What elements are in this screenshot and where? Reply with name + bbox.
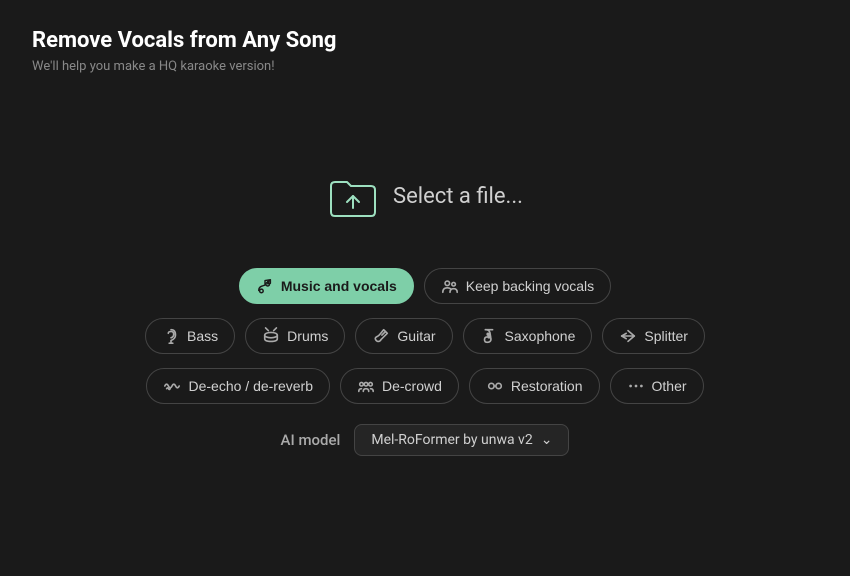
splitter-icon	[619, 327, 637, 345]
option-bass[interactable]: Bass	[145, 318, 235, 354]
restoration-label: Restoration	[511, 378, 583, 394]
music-vocals-label: Music and vocals	[281, 278, 397, 294]
option-drums[interactable]: Drums	[245, 318, 345, 354]
option-guitar[interactable]: Guitar	[355, 318, 452, 354]
folder-icon	[327, 174, 379, 218]
ai-model-value: Mel-RoFormer by unwa v2	[371, 432, 532, 448]
restoration-icon	[486, 377, 504, 395]
option-decrowd[interactable]: De-crowd	[340, 368, 459, 404]
file-select-area[interactable]: Select a file...	[327, 174, 523, 218]
wave-icon	[163, 377, 181, 395]
options-row-3: De-echo / de-reverb De-crowd	[146, 368, 703, 404]
bass-label: Bass	[187, 328, 218, 344]
option-keep-backing[interactable]: Keep backing vocals	[424, 268, 611, 304]
options-row-2: Bass Drums	[145, 318, 705, 354]
other-label: Other	[652, 378, 687, 394]
option-deecho[interactable]: De-echo / de-reverb	[146, 368, 330, 404]
deecho-label: De-echo / de-reverb	[188, 378, 313, 394]
drums-label: Drums	[287, 328, 328, 344]
saxophone-label: Saxophone	[505, 328, 576, 344]
chevron-down-icon: ⌄	[541, 432, 553, 448]
guitar-icon	[372, 327, 390, 345]
people-icon	[441, 277, 459, 295]
drums-icon	[262, 327, 280, 345]
file-select-button[interactable]: Select a file...	[327, 174, 523, 218]
select-file-label: Select a file...	[393, 184, 523, 209]
page-subtitle: We'll help you make a HQ karaoke version…	[32, 59, 818, 74]
hearing-icon	[162, 327, 180, 345]
options-row-1: Music and vocals Keep backing vocals	[239, 268, 611, 304]
ai-model-row: AI model Mel-RoFormer by unwa v2 ⌄	[281, 424, 570, 456]
decrowd-icon	[357, 377, 375, 395]
decrowd-label: De-crowd	[382, 378, 442, 394]
option-saxophone[interactable]: Saxophone	[463, 318, 593, 354]
option-other[interactable]: Other	[610, 368, 704, 404]
main-content: Select a file... Music and vocals	[0, 84, 850, 576]
splitter-label: Splitter	[644, 328, 688, 344]
page-title: Remove Vocals from Any Song	[32, 28, 818, 53]
options-section: Music and vocals Keep backing vocals	[145, 268, 705, 404]
music-vocals-icon	[256, 277, 274, 295]
sax-icon	[480, 327, 498, 345]
keep-backing-label: Keep backing vocals	[466, 278, 594, 294]
option-restoration[interactable]: Restoration	[469, 368, 600, 404]
option-music-vocals[interactable]: Music and vocals	[239, 268, 414, 304]
guitar-label: Guitar	[397, 328, 435, 344]
dots-icon	[627, 377, 645, 395]
ai-model-select[interactable]: Mel-RoFormer by unwa v2 ⌄	[354, 424, 569, 456]
option-splitter[interactable]: Splitter	[602, 318, 705, 354]
header: Remove Vocals from Any Song We'll help y…	[0, 0, 850, 84]
ai-model-label: AI model	[281, 431, 341, 449]
